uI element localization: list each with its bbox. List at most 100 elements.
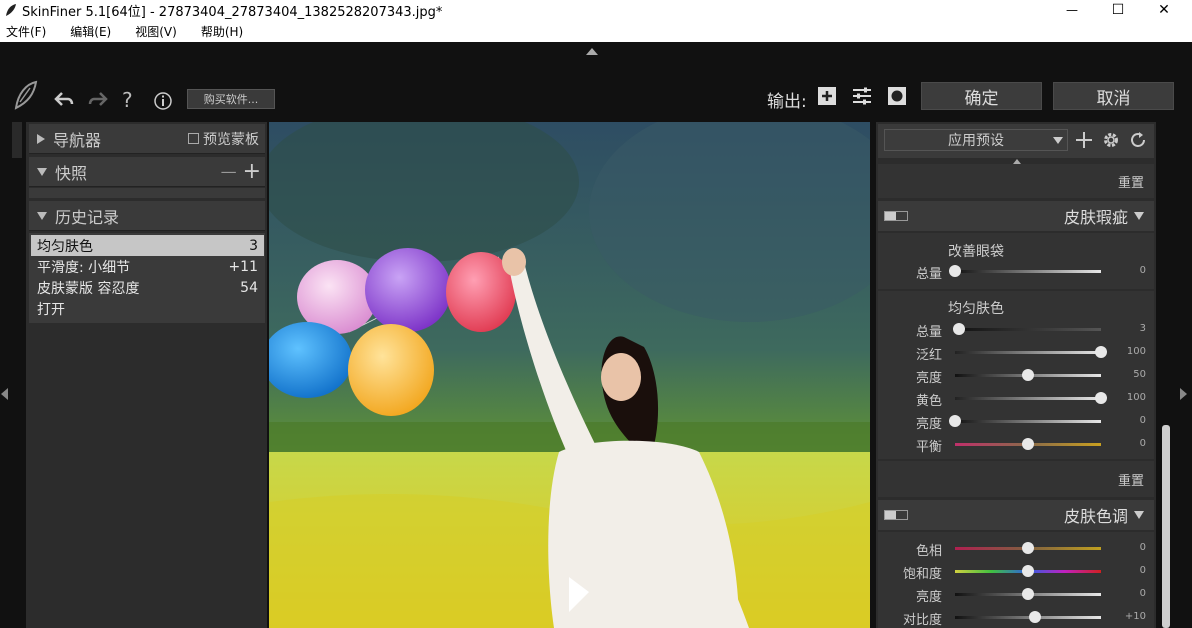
reset-button[interactable]: 重置: [1118, 172, 1144, 191]
slider-value: 0: [1139, 265, 1146, 276]
slider-track[interactable]: [955, 351, 1101, 354]
apply-preset-dropdown[interactable]: 应用预设: [884, 129, 1068, 151]
photo-canvas[interactable]: [269, 122, 870, 628]
reset-row-top: [878, 164, 1154, 198]
close-button[interactable]: ✕: [1141, 0, 1187, 20]
title-bar: SkinFiner 5.1[64位] - 27873404_27873404_1…: [0, 0, 1192, 20]
even-tone-title: 均匀肤色: [948, 301, 1004, 317]
slider-value: 50: [1133, 369, 1146, 380]
redo-icon[interactable]: [88, 91, 108, 107]
slider-label: 泛红: [915, 348, 942, 363]
app-leaf-icon: [6, 4, 16, 16]
slider-label: 总量: [915, 325, 942, 340]
expand-triangle-icon: [37, 133, 45, 144]
preview-mask-label: 预览蒙板: [203, 131, 259, 148]
menu-bar: 文件(F) 编辑(E) 视图(V) 帮助(H): [0, 20, 1192, 42]
snapshot-header[interactable]: 快照 — +: [29, 157, 265, 187]
slider-value: +10: [1124, 611, 1146, 622]
preview-mask-checkbox[interactable]: [188, 133, 199, 144]
slider-label: 平衡: [915, 440, 942, 455]
slider-track[interactable]: [955, 420, 1101, 423]
remove-snapshot-button[interactable]: —: [221, 162, 237, 181]
slider-knob[interactable]: [1022, 369, 1034, 381]
output-adjust-icon[interactable]: [852, 86, 872, 106]
menu-view[interactable]: 视图(V): [135, 23, 177, 40]
slider-label: 色相: [915, 544, 942, 559]
history-header[interactable]: 历史记录: [29, 201, 265, 231]
navigator-title: 导航器: [53, 130, 102, 150]
slider-label: 亮度: [915, 371, 942, 386]
collapse-triangle-icon: [1134, 511, 1144, 519]
menu-edit[interactable]: 编辑(E): [70, 23, 111, 40]
eye-bags-title: 改善眼袋: [948, 244, 1004, 260]
section-toggle-icon[interactable]: [884, 510, 908, 520]
snapshot-title: 快照: [55, 163, 88, 183]
history-title: 历史记录: [55, 207, 120, 227]
window-title: SkinFiner 5.1[64位] - 27873404_27873404_1…: [22, 4, 443, 20]
menu-file[interactable]: 文件(F): [6, 23, 46, 40]
slider-knob[interactable]: [1022, 542, 1034, 554]
photo-image: [269, 122, 870, 628]
right-panel-scrollbar[interactable]: [1162, 425, 1170, 628]
undo-icon[interactable]: [54, 91, 74, 107]
output-label: 输出:: [767, 92, 807, 112]
collapse-left-arrow-icon[interactable]: [1, 388, 8, 400]
reset-row-blemish: [878, 461, 1154, 497]
info-icon[interactable]: [153, 91, 173, 111]
slider-label: 黄色: [915, 394, 942, 409]
slider-knob[interactable]: [1022, 588, 1034, 600]
slider-value: 0: [1139, 415, 1146, 426]
slider-knob[interactable]: [1095, 346, 1107, 358]
dropdown-arrow-icon: [1053, 136, 1063, 144]
preset-settings-gear-icon[interactable]: [1102, 131, 1120, 149]
slider-knob[interactable]: [949, 415, 961, 427]
slider-label: 饱和度: [902, 567, 942, 582]
collapse-triangle-icon: [37, 167, 47, 176]
snapshot-area: [29, 188, 265, 198]
skin-tone-header[interactable]: 皮肤色调: [878, 500, 1154, 530]
slider-value: 0: [1139, 438, 1146, 449]
help-icon[interactable]: ?: [122, 88, 133, 112]
slider-value: 0: [1139, 588, 1146, 599]
slider-knob[interactable]: [1022, 438, 1034, 450]
preset-refresh-icon[interactable]: [1129, 131, 1147, 149]
slider-track[interactable]: [955, 328, 1101, 331]
ok-button[interactable]: 确定: [921, 82, 1042, 110]
output-mask-icon[interactable]: [887, 86, 907, 106]
slider-label: 亮度: [915, 417, 942, 432]
slider-knob[interactable]: [1095, 392, 1107, 404]
skin-blemish-title: 皮肤瑕疵: [1063, 208, 1128, 227]
skinfiner-logo-icon: [14, 80, 38, 110]
buy-software-button[interactable]: 购买软件...: [187, 89, 275, 109]
reset-button[interactable]: 重置: [1118, 470, 1144, 489]
preview-mask-toggle[interactable]: 预览蒙板: [188, 129, 259, 149]
history-item[interactable]: 平滑度: 小细节 +11: [31, 256, 264, 277]
slider-value: 0: [1139, 542, 1146, 553]
add-preset-icon[interactable]: [1075, 131, 1093, 149]
slider-track[interactable]: [955, 397, 1101, 400]
cancel-button[interactable]: 取消: [1053, 82, 1174, 110]
collapse-top-arrow-icon[interactable]: [586, 48, 598, 55]
left-rail: [12, 122, 22, 158]
skin-blemish-header[interactable]: 皮肤瑕疵: [878, 201, 1154, 231]
slider-label: 对比度: [902, 613, 942, 628]
navigator-header[interactable]: 导航器 预览蒙板: [29, 124, 265, 154]
slider-knob[interactable]: [949, 265, 961, 277]
collapse-triangle-icon: [1134, 212, 1144, 220]
output-new-layer-icon[interactable]: [817, 86, 837, 106]
slider-knob[interactable]: [1022, 565, 1034, 577]
slider-value: 100: [1126, 392, 1146, 403]
slider-value: 3: [1139, 323, 1146, 334]
minimize-button[interactable]: —: [1049, 0, 1095, 20]
maximize-button[interactable]: ☐: [1095, 0, 1141, 20]
history-item[interactable]: 均匀肤色 3: [31, 235, 264, 256]
menu-help[interactable]: 帮助(H): [201, 23, 243, 40]
slider-track[interactable]: [955, 270, 1101, 273]
slider-track[interactable]: [955, 616, 1101, 619]
section-toggle-icon[interactable]: [884, 211, 908, 221]
history-item[interactable]: 打开: [31, 298, 264, 319]
collapse-right-arrow-icon[interactable]: [1180, 388, 1187, 400]
history-item[interactable]: 皮肤蒙版 容忍度 54: [31, 277, 264, 298]
add-snapshot-button[interactable]: +: [243, 160, 261, 183]
slider-value: 0: [1139, 565, 1146, 576]
